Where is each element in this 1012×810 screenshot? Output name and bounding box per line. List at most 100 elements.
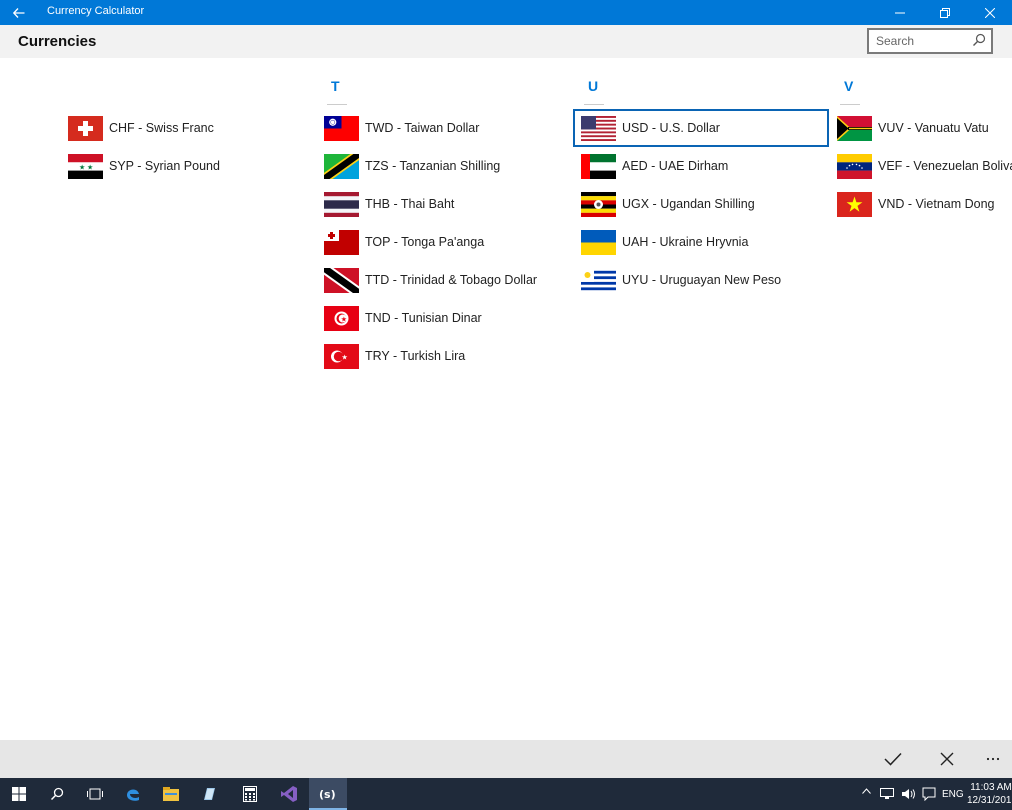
group-header-t[interactable]: T (331, 78, 340, 94)
edge-taskbar-button[interactable] (114, 778, 152, 810)
currency-label: USD - U.S. Dollar (622, 121, 720, 135)
svg-text:★: ★ (79, 163, 85, 171)
clock-time[interactable]: 11:03 AM (970, 782, 1012, 793)
back-button[interactable] (0, 0, 37, 25)
usa-flag-icon (581, 115, 616, 141)
accept-button[interactable] (873, 740, 913, 778)
currency-item-thb[interactable]: THB - Thai Baht (318, 187, 570, 221)
calculator-icon (243, 786, 257, 802)
venezuela-flag-icon (837, 153, 872, 179)
vanuatu-flag-icon (837, 115, 872, 141)
currency-label: TND - Tunisian Dinar (365, 311, 482, 325)
group-divider (327, 104, 347, 105)
currency-label: TWD - Taiwan Dollar (365, 121, 480, 135)
currency-item-uah[interactable]: UAH - Ukraine Hryvnia (575, 225, 827, 259)
uae-flag-icon (581, 153, 616, 179)
more-icon (986, 757, 1000, 761)
currency-item-aed[interactable]: AED - UAE Dirham (575, 149, 827, 183)
clock-date[interactable]: 12/31/2015 (967, 795, 1012, 806)
turkey-flag-icon: ★ (324, 343, 359, 369)
uganda-flag-icon (581, 191, 616, 217)
group-header-v[interactable]: V (844, 78, 853, 94)
taiwan-flag-icon (324, 115, 359, 141)
currency-label: UGX - Ugandan Shilling (622, 197, 755, 211)
currency-label: UYU - Uruguayan New Peso (622, 273, 782, 287)
uruguay-flag-icon (581, 267, 616, 293)
currency-item-ugx[interactable]: UGX - Ugandan Shilling (575, 187, 827, 221)
chevron-up-icon[interactable] (862, 788, 871, 794)
currency-label: TTD - Trinidad & Tobago Dollar (365, 273, 538, 287)
page-header: Currencies (0, 25, 1012, 58)
currency-label: AED - UAE Dirham (622, 159, 729, 173)
currency-item-uyu[interactable]: UYU - Uruguayan New Peso (575, 263, 827, 297)
tonga-flag-icon (324, 229, 359, 255)
search-taskbar-button[interactable] (38, 778, 76, 810)
search-box[interactable] (867, 28, 993, 54)
checkmark-icon (884, 752, 902, 766)
currency-item-tnd[interactable]: ★ TND - Tunisian Dinar (318, 301, 570, 335)
vietnam-flag-icon (837, 191, 872, 217)
svg-text:★: ★ (87, 163, 93, 171)
more-button[interactable] (973, 740, 1012, 778)
cancel-button[interactable] (927, 740, 967, 778)
edge-icon (127, 789, 139, 801)
currency-item-tzs[interactable]: TZS - Tanzanian Shilling (318, 149, 570, 183)
calculator-taskbar-button[interactable] (231, 778, 269, 810)
currency-item-top[interactable]: TOP - Tonga Pa'anga (318, 225, 570, 259)
close-icon (984, 7, 995, 18)
close-window-button[interactable] (967, 0, 1012, 25)
start-icon (12, 787, 26, 801)
currency-label: THB - Thai Baht (365, 197, 455, 211)
currency-item-vnd[interactable]: VND - Vietnam Dong (831, 187, 1012, 221)
window-title: Currency Calculator (47, 5, 145, 17)
currency-label: TOP - Tonga Pa'anga (365, 235, 485, 249)
app-icon (204, 788, 215, 800)
close-icon (940, 752, 954, 766)
group-divider (584, 104, 604, 105)
currency-item-twd[interactable]: TWD - Taiwan Dollar (318, 111, 570, 145)
currency-label: SYP - Syrian Pound (109, 159, 220, 173)
currency-item-try[interactable]: ★ TRY - Turkish Lira (318, 339, 570, 373)
currency-item-usd[interactable]: USD - U.S. Dollar (573, 109, 829, 147)
minimize-button[interactable] (877, 0, 922, 25)
currency-list: CHF - Swiss Franc ★ ★ SYP - Syrian Pound … (0, 58, 1012, 740)
currency-label: CHF - Swiss Franc (109, 121, 214, 135)
app-taskbar-button[interactable] (190, 778, 228, 810)
system-tray: ENG 11:03 AM 12/31/2015 (862, 778, 1012, 810)
thailand-flag-icon (324, 191, 359, 217)
syria-flag-icon: ★ ★ (68, 153, 103, 179)
group-divider (840, 104, 860, 105)
currency-app-taskbar-button[interactable]: (s) (309, 778, 347, 810)
currency-item-ttd[interactable]: TTD - Trinidad & Tobago Dollar (318, 263, 570, 297)
svg-text:(s): (s) (319, 788, 336, 801)
command-bar (0, 740, 1012, 778)
network-icon[interactable] (880, 788, 894, 800)
notifications-icon[interactable] (922, 787, 936, 801)
group-header-u[interactable]: U (588, 78, 598, 94)
task-view-button[interactable] (76, 778, 114, 810)
file-explorer-taskbar-button[interactable] (152, 778, 190, 810)
currency-app-icon: (s) (319, 788, 336, 801)
search-icon[interactable] (972, 33, 986, 47)
page-title: Currencies (18, 33, 97, 50)
currency-item-chf[interactable]: CHF - Swiss Franc (62, 111, 314, 145)
tunisia-flag-icon: ★ (324, 305, 359, 331)
visual-studio-icon (281, 786, 297, 802)
taskbar: (s) ENG 11:03 AM 12/31/2015 (0, 778, 1012, 810)
currency-label: TRY - Turkish Lira (365, 349, 466, 363)
currency-item-syp[interactable]: ★ ★ SYP - Syrian Pound (62, 149, 314, 183)
tanzania-flag-icon (324, 153, 359, 179)
search-input[interactable] (876, 30, 976, 52)
currency-item-vuv[interactable]: VUV - Vanuatu Vatu (831, 111, 1012, 145)
language-indicator[interactable]: ENG (942, 789, 964, 800)
ukraine-flag-icon (581, 229, 616, 255)
search-icon (50, 787, 64, 801)
back-arrow-icon (12, 7, 24, 18)
currency-label: VEF - Venezuelan Boliva (878, 159, 1012, 173)
start-button[interactable] (0, 778, 38, 810)
visual-studio-taskbar-button[interactable] (270, 778, 308, 810)
restore-button[interactable] (922, 0, 967, 25)
minimize-icon (894, 12, 905, 13)
volume-icon[interactable] (902, 788, 916, 800)
currency-item-vef[interactable]: VEF - Venezuelan Boliva (831, 149, 1012, 183)
